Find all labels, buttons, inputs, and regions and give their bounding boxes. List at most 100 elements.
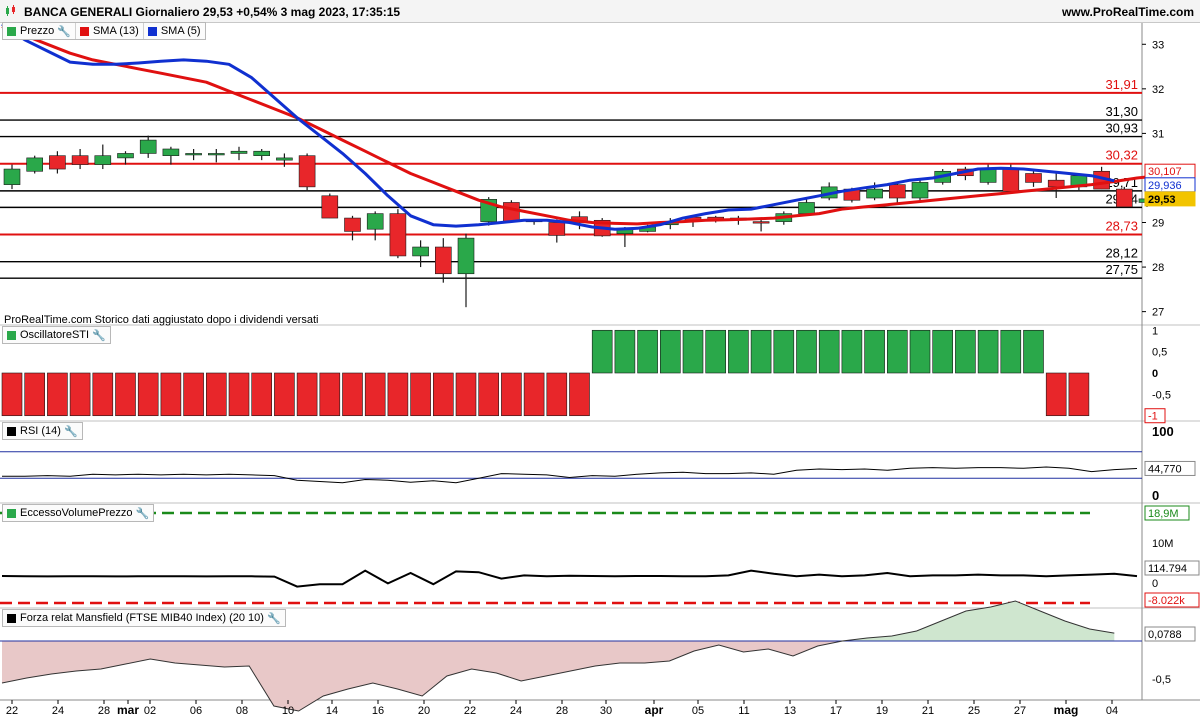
candle-body (389, 213, 407, 257)
legend-item-prezzo[interactable]: Prezzo 🔧 (3, 23, 76, 39)
wrench-icon[interactable]: 🔧 (57, 25, 71, 38)
sti-bar (728, 329, 749, 374)
candles-icon (6, 5, 15, 16)
legend-item-sma5[interactable]: SMA (5) (144, 23, 205, 39)
mansfield-legend[interactable]: Forza relat Mansfield (FTSE MIB40 Index)… (2, 609, 286, 627)
level-label: 28,73 (1105, 219, 1138, 234)
candle-body (1116, 188, 1133, 208)
x-tick-label: 11 (738, 705, 749, 717)
sti-bar (432, 372, 454, 417)
wrench-icon[interactable]: 🔧 (92, 329, 106, 342)
candle-body (276, 157, 293, 161)
rsi-tick-label: 0 (1152, 488, 1159, 503)
sma-icon (147, 26, 157, 36)
site-link[interactable]: www.ProRealTime.com (1062, 5, 1194, 19)
level-label: 27,75 (1105, 262, 1138, 277)
candle-body (49, 155, 66, 170)
sti-legend[interactable]: OscillatoreSTI 🔧 (2, 326, 111, 344)
sti-bar (1023, 329, 1044, 374)
candle-body (298, 155, 316, 188)
x-tick-label: 16 (372, 705, 384, 717)
sti-bar (160, 372, 182, 417)
rsi-line (2, 466, 1138, 484)
candle-body (253, 150, 270, 156)
sti-bar (591, 329, 613, 374)
volume-last-label: 114.794 (1148, 563, 1187, 575)
x-tick-label: 25 (968, 705, 980, 717)
candle-body (1047, 179, 1065, 188)
y-tick-label: 31 (1152, 128, 1164, 140)
sma13-last-label: 30,107 (1148, 166, 1182, 178)
candle-body (94, 155, 112, 165)
x-tick-label: 24 (52, 705, 64, 717)
sti-bar (705, 329, 727, 374)
sti-tick-label: 0,5 (1152, 347, 1167, 359)
x-tick-label: mag (1054, 703, 1079, 717)
sti-bar (886, 329, 908, 374)
indicator-icon (7, 426, 16, 436)
candle-body (888, 184, 906, 199)
wrench-icon[interactable]: 🔧 (64, 425, 78, 438)
sti-bar (319, 372, 341, 417)
sti-bar (773, 329, 795, 374)
sti-bar (251, 372, 272, 417)
sti-bar (682, 329, 704, 374)
sti-bar (750, 329, 772, 374)
sma5-last-label: 29,936 (1148, 180, 1182, 192)
sti-bar (274, 372, 295, 417)
legend-label: Forza relat Mansfield (FTSE MIB40 Index)… (20, 612, 264, 624)
x-tick-label: 04 (1106, 705, 1118, 717)
price-legend[interactable]: Prezzo 🔧 SMA (13) SMA (5) (2, 22, 206, 40)
x-tick-label: 24 (510, 705, 522, 717)
rsi-legend[interactable]: RSI (14) 🔧 (2, 422, 83, 440)
x-tick-label: apr (645, 703, 664, 717)
sti-bar (342, 372, 363, 417)
sti-bar (818, 329, 840, 374)
y-tick-label: 27 (1152, 307, 1164, 319)
legend-item-sma13[interactable]: SMA (13) (76, 23, 144, 39)
sti-bar (523, 372, 545, 417)
instrument-title: BANCA GENERALI Giornaliero 29,53 +0,54% … (24, 5, 401, 19)
candle-body (162, 148, 180, 156)
sma-icon (79, 26, 89, 36)
sti-bar (1068, 372, 1090, 417)
sti-tick-label: -1 (1148, 411, 1158, 423)
level-label: 31,91 (1105, 77, 1138, 92)
legend-label: OscillatoreSTI (20, 329, 90, 341)
x-tick-label: 28 (556, 705, 568, 717)
sti-bar (206, 372, 227, 417)
mansfield-last-label: 0,0788 (1148, 629, 1182, 641)
level-label: 30,32 (1105, 148, 1138, 163)
wrench-icon[interactable]: 🔧 (267, 612, 281, 625)
candle-body (71, 155, 89, 165)
sti-bar (659, 329, 681, 374)
candle-body (503, 202, 520, 222)
sti-bar (1000, 329, 1022, 374)
y-tick-label: 33 (1152, 39, 1164, 51)
candle-body (412, 246, 429, 257)
volume-legend[interactable]: EccessoVolumePrezzo 🔧 (2, 504, 155, 522)
sti-bar (24, 372, 46, 417)
sti-bar (569, 372, 590, 417)
legend-label: SMA (13) (92, 25, 139, 37)
sti-bar (796, 329, 817, 374)
sti-bar (841, 329, 863, 374)
sti-bar (614, 329, 636, 374)
candle-body (117, 153, 134, 159)
x-tick-label: 06 (190, 705, 202, 717)
level-label: 28,12 (1105, 246, 1138, 261)
x-tick-label: 27 (1014, 705, 1026, 717)
mansfield-tick-label: -0,5 (1152, 674, 1171, 686)
chart-header: BANCA GENERALI Giornaliero 29,53 +0,54% … (0, 0, 1200, 23)
candle-body (979, 168, 997, 183)
candle-body (434, 246, 452, 275)
candle-body (26, 157, 44, 172)
candle-body (185, 153, 202, 156)
legend-label: SMA (5) (160, 25, 201, 37)
x-tick-label: 19 (876, 705, 888, 717)
sti-bar (1045, 372, 1067, 417)
sti-bar (455, 372, 477, 417)
wrench-icon[interactable]: 🔧 (136, 507, 150, 520)
rsi-last-label: 44,770 (1148, 463, 1182, 475)
x-tick-label: 20 (418, 705, 430, 717)
